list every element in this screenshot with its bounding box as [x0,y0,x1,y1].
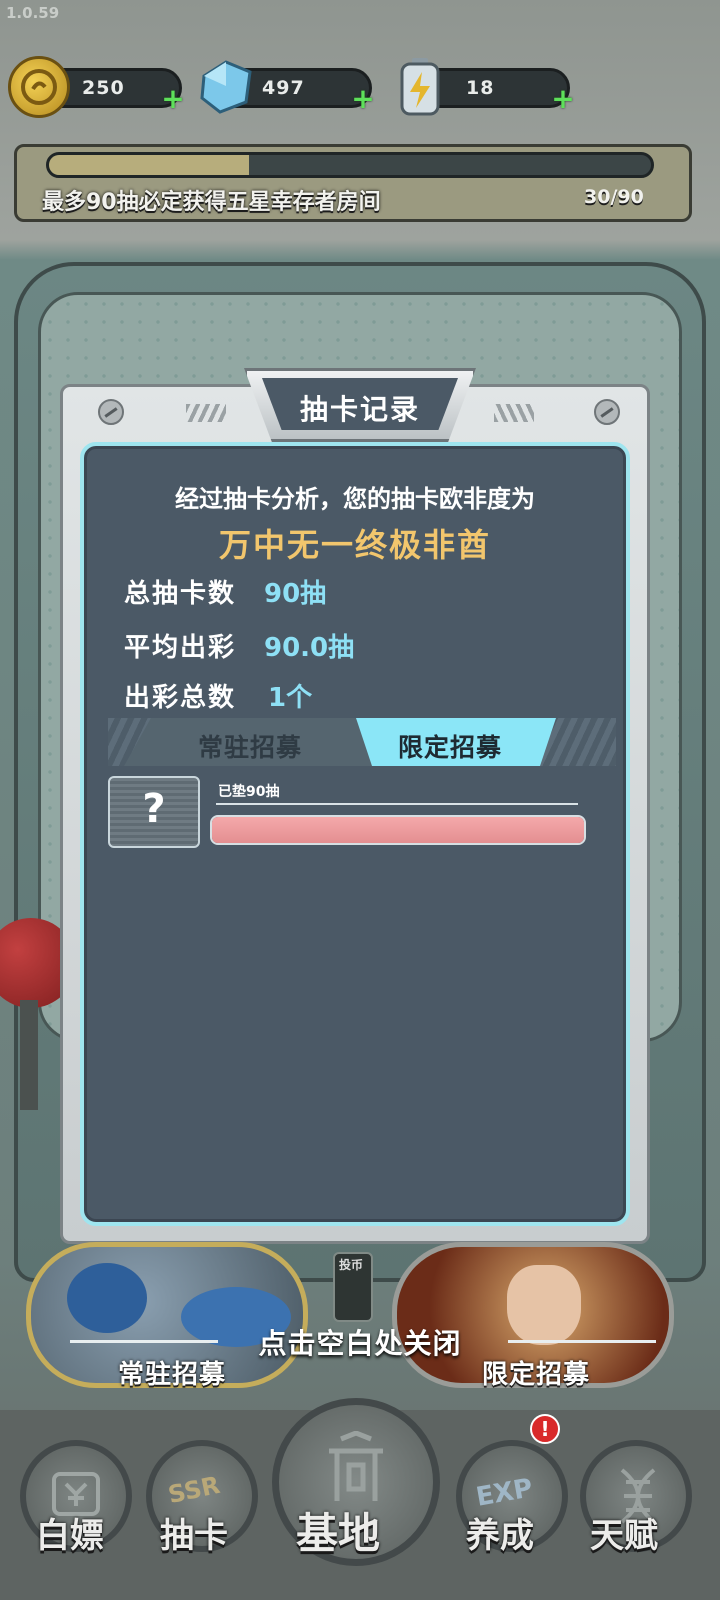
energy-value: 18 [466,77,495,99]
nav-free-label[interactable]: 白嫖 [36,1508,104,1557]
nav-gacha-label[interactable]: 抽卡 [160,1508,228,1557]
nav-develop-label[interactable]: 养成 [466,1508,534,1557]
analysis-intro: 经过抽卡分析，您的抽卡欧非度为 [175,485,535,513]
decor-stripes [494,404,534,422]
screw-icon [594,399,620,425]
coin-slot[interactable]: 投币 [333,1252,373,1322]
pity-progress-fill [49,155,250,175]
pity-count-label: 已垫90抽 [218,784,280,800]
add-energy-button[interactable]: + [550,85,576,113]
nav-base-label[interactable]: 基地 [296,1500,380,1561]
pity-progress-bar [46,152,654,178]
version-label: 1.0.59 [6,4,60,22]
stat-average-label: 平均出彩 [124,633,237,663]
ssr-icon: SSR [165,1470,223,1510]
battery-energy-icon [398,56,442,118]
coin-slot-label: 投币 [339,1258,364,1272]
coin-icon [8,56,70,118]
tap-to-close-hint[interactable]: 点击空白处关闭 [60,1322,660,1362]
pity-count-bar [210,815,586,845]
dialog-title: 抽卡记录 [299,393,420,426]
divider-line [216,803,578,805]
stat-average-value: 90.0抽 [264,633,355,663]
stat-total-pulls-label: 总抽卡数 [124,579,237,609]
diamond-value: 497 [262,77,305,99]
tab-limited-label[interactable]: 限定招募 [398,728,502,764]
pity-count-fill [212,817,584,843]
diamond-icon [196,58,256,116]
stat-hits-value: 1个 [268,683,313,713]
luck-rating: 万中无一终极非酋 [218,526,491,564]
nav-talent-label[interactable]: 天赋 [590,1508,658,1557]
pity-progress-text: 最多90抽必定获得五星幸存者房间 [42,190,381,215]
add-coin-button[interactable]: + [160,85,186,113]
tab-standard-label[interactable]: 常驻招募 [198,728,302,764]
coin-value: 250 [82,77,125,99]
screw-icon [98,399,124,425]
exp-icon: EXP [473,1473,536,1513]
add-diamond-button[interactable]: + [350,85,376,113]
pity-progress-count: 30/90 [584,186,644,208]
question-mark-icon: ? [142,786,166,832]
notification-badge: ! [530,1414,560,1444]
stat-hits-label: 出彩总数 [124,683,237,713]
decor-stripes [186,404,226,422]
joystick-stick [20,1000,38,1110]
stat-total-pulls-value: 90抽 [264,579,327,609]
